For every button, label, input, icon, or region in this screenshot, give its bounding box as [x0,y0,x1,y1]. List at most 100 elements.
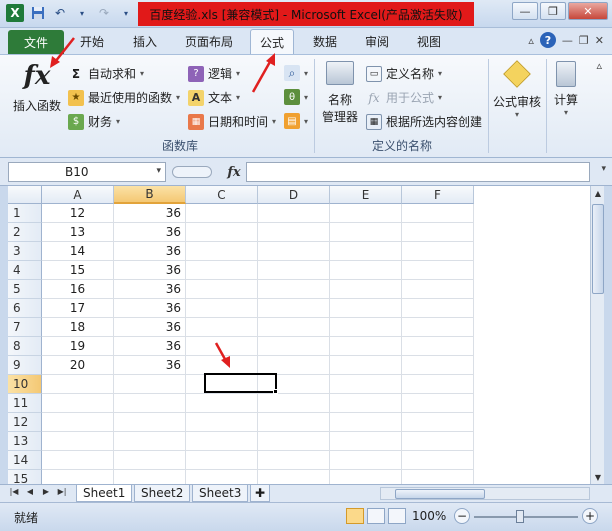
cell-d8[interactable] [258,337,330,356]
worksheet-grid[interactable]: A B C D E F 1 12 36 2 13 36 3 14 36 4 15 36 5 16 36 6 17 36 7 18 3… [8,186,590,484]
cell-e1[interactable] [330,204,402,223]
horizontal-scrollbar[interactable] [380,487,590,500]
cell-b11[interactable] [114,394,186,413]
cell-d11[interactable] [258,394,330,413]
logical-button[interactable]: ? 逻辑 ▾ [188,65,240,82]
column-header-e[interactable]: E [330,186,402,204]
row-header[interactable]: 11 [8,394,42,413]
cell-f2[interactable] [402,223,474,242]
first-sheet-icon[interactable]: |◀ [8,487,20,496]
cell-d14[interactable] [258,451,330,470]
cell-f14[interactable] [402,451,474,470]
cell-f4[interactable] [402,261,474,280]
save-icon[interactable] [30,5,46,21]
financial-button[interactable]: $ 财务 ▾ [68,113,120,130]
cell-a10[interactable] [42,375,114,394]
cell-c1[interactable] [186,204,258,223]
sheet-tab-sheet1[interactable]: Sheet1 [76,485,133,502]
cell-c12[interactable] [186,413,258,432]
cell-e10[interactable] [330,375,402,394]
datetime-button[interactable]: ▦ 日期和时间 ▾ [188,113,276,130]
row-header[interactable]: 15 [8,470,42,484]
cell-e3[interactable] [330,242,402,261]
scroll-up-icon[interactable]: ▲ [591,186,605,200]
row-header[interactable]: 10 [8,375,42,394]
text-button[interactable]: A 文本 ▾ [188,89,240,106]
cell-f13[interactable] [402,432,474,451]
cell-c8[interactable] [186,337,258,356]
row-header[interactable]: 2 [8,223,42,242]
cell-e4[interactable] [330,261,402,280]
row-header[interactable]: 12 [8,413,42,432]
cell-f6[interactable] [402,299,474,318]
cell-a8[interactable]: 19 [42,337,114,356]
last-sheet-icon[interactable]: ▶| [56,487,68,496]
cell-e14[interactable] [330,451,402,470]
workbook-close-icon[interactable]: ✕ [595,34,604,47]
column-header-a[interactable]: A [42,186,114,204]
tab-page-layout[interactable]: 页面布局 [185,33,233,50]
minimize-ribbon-icon[interactable]: ▵ [528,34,534,47]
lookup-reference-button[interactable]: ⌕ ▾ [284,65,308,81]
create-from-selection-button[interactable]: ▦ 根据所选内容创建 [366,113,482,130]
zoom-level[interactable]: 100% [412,509,446,523]
cell-c7[interactable] [186,318,258,337]
cell-c5[interactable] [186,280,258,299]
zoom-out-button[interactable]: − [454,508,470,524]
column-header-b[interactable]: B [114,186,186,204]
zoom-slider-track[interactable] [474,516,578,518]
name-box[interactable]: B10 ▾ [8,162,166,182]
math-trig-button[interactable]: θ ▾ [284,89,308,105]
workbook-restore-icon[interactable]: ❐ [579,34,589,47]
row-header[interactable]: 6 [8,299,42,318]
cell-b6[interactable]: 36 [114,299,186,318]
cell-a3[interactable]: 14 [42,242,114,261]
insert-function-fx-button[interactable]: fx [224,162,244,182]
prev-sheet-icon[interactable]: ◀ [24,487,36,496]
page-layout-view-button[interactable] [367,508,385,524]
minimize-button[interactable]: — [512,2,538,20]
cell-d6[interactable] [258,299,330,318]
cell-c11[interactable] [186,394,258,413]
cell-e8[interactable] [330,337,402,356]
column-header-c[interactable]: C [186,186,258,204]
zoom-slider-thumb[interactable] [516,510,524,523]
row-header[interactable]: 7 [8,318,42,337]
excel-app-icon[interactable]: X [6,4,24,22]
cell-c4[interactable] [186,261,258,280]
cell-f9[interactable] [402,356,474,375]
column-header-f[interactable]: F [402,186,474,204]
calculation-button[interactable]: 计算 ▾ [550,61,582,117]
row-header[interactable]: 4 [8,261,42,280]
collapse-ribbon-icon[interactable]: ▵ [596,59,602,72]
cell-a12[interactable] [42,413,114,432]
cell-e12[interactable] [330,413,402,432]
cell-d2[interactable] [258,223,330,242]
dropdown-caret-icon[interactable]: ▾ [118,5,134,21]
cell-a11[interactable] [42,394,114,413]
row-header[interactable]: 9 [8,356,42,375]
cell-a15[interactable] [42,470,114,484]
tab-file[interactable]: 文件 [8,30,64,54]
active-cell-border[interactable] [204,373,277,393]
row-header[interactable]: 8 [8,337,42,356]
insert-sheet-icon[interactable]: ✚ [250,485,271,502]
scroll-down-icon[interactable]: ▼ [591,470,605,484]
help-icon[interactable]: ? [539,32,556,48]
row-header[interactable]: 3 [8,242,42,261]
cell-d15[interactable] [258,470,330,484]
page-break-preview-button[interactable] [388,508,406,524]
expand-formula-bar-icon[interactable]: ▾ [601,164,606,174]
tab-view[interactable]: 视图 [417,33,441,50]
cell-a13[interactable] [42,432,114,451]
cell-e11[interactable] [330,394,402,413]
cell-b8[interactable]: 36 [114,337,186,356]
cell-e2[interactable] [330,223,402,242]
cell-a4[interactable]: 15 [42,261,114,280]
cell-d4[interactable] [258,261,330,280]
cell-c13[interactable] [186,432,258,451]
cell-f11[interactable] [402,394,474,413]
use-in-formula-button[interactable]: fx 用于公式 ▾ [366,89,442,106]
zoom-in-button[interactable]: + [582,508,598,524]
cell-a1[interactable]: 12 [42,204,114,223]
